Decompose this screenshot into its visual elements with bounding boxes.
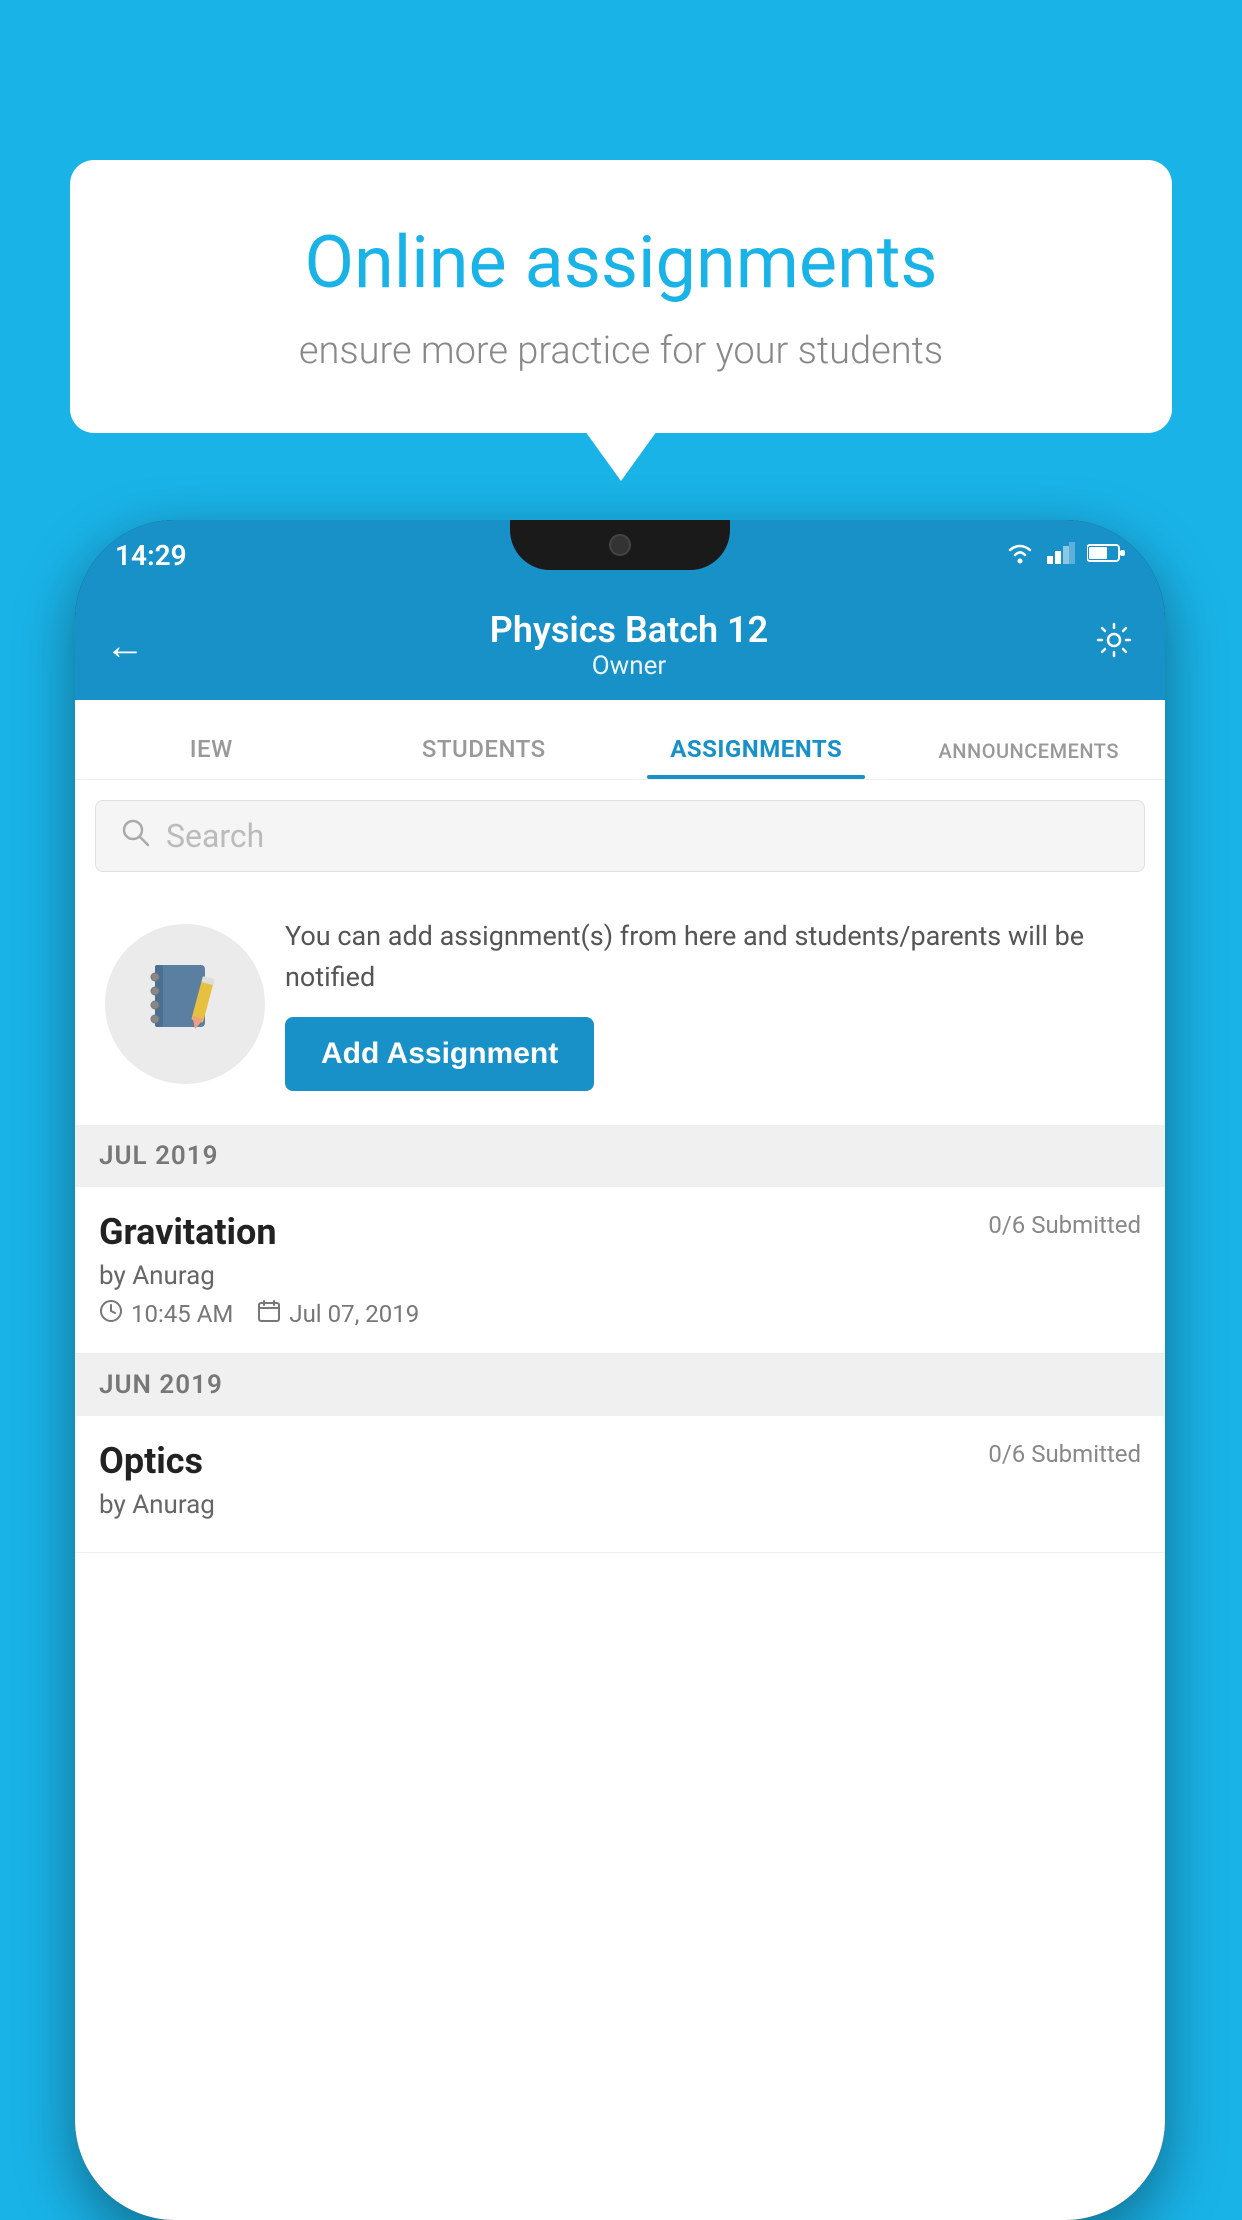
- promo-text-area: You can add assignment(s) from here and …: [285, 916, 1135, 1091]
- tab-iew[interactable]: IEW: [75, 735, 348, 779]
- header-subtitle: Owner: [165, 651, 1093, 681]
- tab-assignments[interactable]: ASSIGNMENTS: [620, 735, 893, 779]
- status-icons: [1005, 542, 1125, 568]
- signal-icon: [1047, 542, 1075, 568]
- search-bar[interactable]: Search: [95, 800, 1145, 872]
- header-title: Physics Batch 12: [165, 609, 1093, 651]
- notebook-icon: [145, 955, 225, 1053]
- assignment-top: Gravitation 0/6 Submitted: [99, 1211, 1141, 1253]
- assignment-title: Gravitation: [99, 1211, 277, 1253]
- assignment-title-optics: Optics: [99, 1440, 203, 1482]
- assignment-submitted: 0/6 Submitted: [988, 1211, 1141, 1239]
- promo-icon-circle: [105, 924, 265, 1084]
- assignment-item-gravitation[interactable]: Gravitation 0/6 Submitted by Anurag 10:4…: [75, 1187, 1165, 1354]
- assignment-time: 10:45 AM: [99, 1299, 233, 1329]
- phone-frame: 14:29: [75, 520, 1165, 2220]
- wifi-icon: [1005, 542, 1035, 568]
- assignment-author: by Anurag: [99, 1261, 1141, 1291]
- assignment-item-optics[interactable]: Optics 0/6 Submitted by Anurag: [75, 1416, 1165, 1553]
- tab-announcements[interactable]: ANNOUNCEMENTS: [893, 739, 1166, 779]
- speech-bubble: Online assignments ensure more practice …: [70, 160, 1172, 433]
- speech-bubble-title: Online assignments: [150, 220, 1092, 305]
- promo-card: You can add assignment(s) from here and …: [95, 892, 1145, 1115]
- assignment-author-optics: by Anurag: [99, 1490, 1141, 1520]
- search-icon: [120, 816, 150, 856]
- back-button[interactable]: ←: [105, 622, 145, 669]
- assignment-date: Jul 07, 2019: [257, 1299, 419, 1329]
- clock-icon: [99, 1299, 123, 1329]
- header-title-area: Physics Batch 12 Owner: [165, 609, 1093, 681]
- tab-students[interactable]: STUDENTS: [348, 735, 621, 779]
- section-header-jun: JUN 2019: [75, 1354, 1165, 1416]
- status-time: 14:29: [115, 539, 187, 572]
- calendar-icon: [257, 1299, 281, 1329]
- search-placeholder: Search: [166, 817, 264, 855]
- assignment-submitted-optics: 0/6 Submitted: [988, 1440, 1141, 1468]
- phone-camera: [609, 534, 631, 556]
- speech-bubble-container: Online assignments ensure more practice …: [70, 160, 1172, 433]
- app-header: ← Physics Batch 12 Owner: [75, 590, 1165, 700]
- phone-notch: [510, 520, 730, 570]
- promo-description: You can add assignment(s) from here and …: [285, 916, 1135, 997]
- add-assignment-button[interactable]: Add Assignment: [285, 1017, 594, 1091]
- assignment-top-optics: Optics 0/6 Submitted: [99, 1440, 1141, 1482]
- phone-content: Search: [75, 780, 1165, 2220]
- speech-bubble-subtitle: ensure more practice for your students: [150, 329, 1092, 373]
- assignment-meta: 10:45 AM Jul 07, 2019: [99, 1299, 1141, 1329]
- section-header-jul: JUL 2019: [75, 1125, 1165, 1187]
- tabs-bar: IEW STUDENTS ASSIGNMENTS ANNOUNCEMENTS: [75, 700, 1165, 780]
- battery-icon: [1087, 543, 1125, 567]
- settings-button[interactable]: [1093, 619, 1135, 672]
